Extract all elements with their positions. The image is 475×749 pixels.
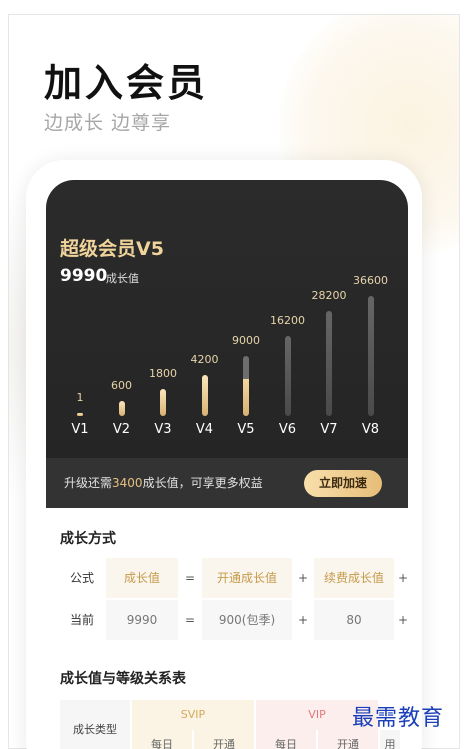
current-growth: 9990 [106,600,178,640]
level-label: V6 [278,422,297,437]
level-bar [367,296,374,416]
level-value-label: 1800 [149,367,177,380]
table-type-header: 成长类型 [60,700,130,749]
level-value-label: 4200 [190,353,219,366]
level-value-label: 16200 [270,314,305,327]
level-value-label: 36600 [353,274,388,287]
vip-open-col: 开通 [318,730,378,749]
growth-method-title: 成长方式 [60,531,116,547]
current-renew: 80 [314,600,394,640]
formula-plus: + [294,558,312,598]
upgrade-amount: 3400 [112,476,143,490]
growth-unit: 成长值 [106,272,139,285]
upgrade-strip: 升级还需3400成长值，可享更多权益 立即加速 [46,458,408,508]
level-bar [326,311,332,416]
current-open: 900(包季) [202,600,292,640]
page-subtitle: 边成长 边尊享 [44,112,172,134]
current-equals: = [180,600,200,640]
level-bar [284,336,291,416]
level-bar [118,401,125,416]
level-label: V2 [112,422,131,437]
level-bar [77,413,83,416]
level-label: V1 [71,422,89,437]
svip-daily-col: 每日 [132,730,192,749]
level-label: V7 [320,422,338,437]
current-plus: + [294,600,312,640]
level-label: V5 [237,422,255,437]
vip-daily-col: 每日 [256,730,316,749]
formula-plus: + [396,558,408,598]
watermark-text: 最需教育 [352,706,445,731]
svip-header: SVIP [132,700,254,730]
member-level-card: 超级会员V5 9990 成长值 1 V1 600 V2 1800 V3 4200 V4 9000… [46,180,408,508]
level-bar [201,375,208,416]
formula-label: 公式 [60,558,104,598]
level-label: V8 [361,422,380,437]
phone-screen: 超级会员V5 9990 成长值 1 V1 600 V2 1800 V3 4200 V4 9000… [46,180,408,749]
level-bar [243,356,249,416]
upgrade-hint: 升级还需3400成长值，可享更多权益 [64,474,263,491]
level-bar [160,389,166,416]
formula-open: 开通成长值 [202,558,292,598]
level-value-label: 1 [76,391,84,404]
svip-open-col: 开通 [194,730,254,749]
current-label: 当前 [60,600,104,640]
upgrade-prefix: 升级还需 [64,476,113,490]
page-title: 加入会员 [44,61,209,105]
accelerate-button[interactable]: 立即加速 [304,470,382,497]
level-label: V4 [195,422,214,437]
growth-value: 9990 [60,266,108,286]
level-value-label: 28200 [311,289,347,302]
level-value-label: 9000 [232,334,260,347]
formula-equals: = [180,558,200,598]
formula-renew: 续费成长值 [314,558,394,598]
current-plus: + [396,600,408,640]
upgrade-suffix: 成长值，可享更多权益 [142,476,263,490]
formula-growth: 成长值 [106,558,178,598]
level-title: 超级会员V5 [60,238,164,260]
level-label: V3 [154,422,172,437]
extra-col: 用 [380,730,400,749]
relation-table-title: 成长值与等级关系表 [60,671,186,687]
level-value-label: 600 [111,379,132,392]
